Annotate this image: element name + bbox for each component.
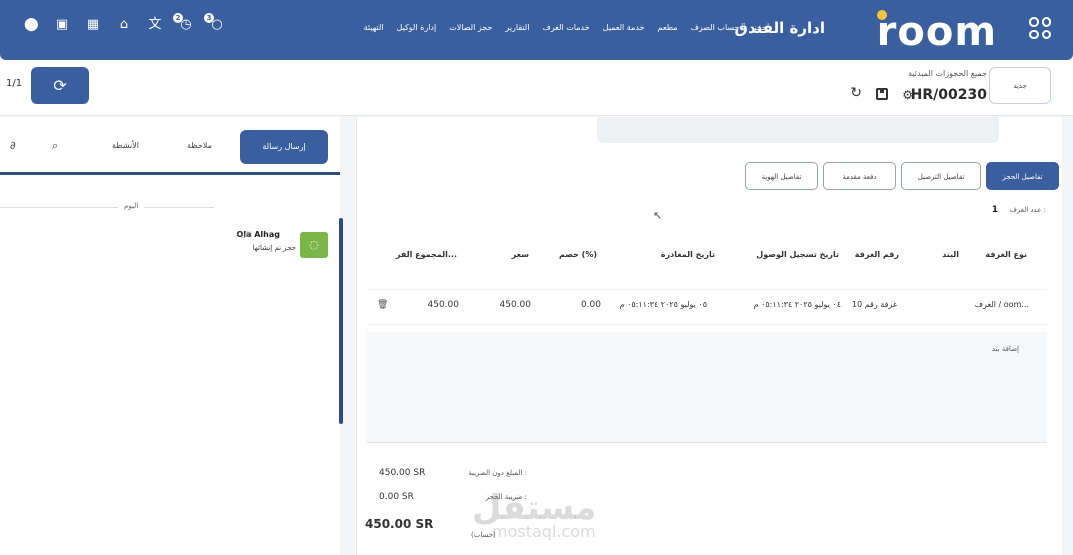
brand-logo: room — [876, 9, 997, 55]
message-body: حجز تم إنشائها — [252, 244, 296, 252]
tab-identity-details[interactable]: تفاصيل الهوية — [745, 162, 818, 190]
tab-delivery-details[interactable]: تفاصيل الترصيل — [901, 162, 981, 190]
attachment-icon[interactable]: ∂ — [10, 139, 16, 152]
watermark-url: mostaql.com — [492, 522, 596, 541]
day-label: اليوم — [118, 202, 145, 210]
discard-icon[interactable]: ↻ — [850, 85, 862, 101]
trash-icon[interactable]: 🗑 — [377, 300, 388, 310]
refresh-button[interactable]: ⟳ — [31, 67, 89, 104]
notes-box[interactable] — [597, 117, 999, 143]
column-item: البند — [942, 250, 959, 259]
cell-room-number[interactable]: غرفة رقم 10 — [852, 300, 897, 309]
tab-advance-payment[interactable]: دفعة مقدمة — [823, 162, 896, 190]
column-checkout: تاريخ المغادرة — [660, 250, 715, 259]
main-menu: حجز حساب الصرف مطعم خدمة العميل خدمات ال… — [364, 23, 767, 32]
menu-item-exchange[interactable]: حساب الصرف — [691, 23, 740, 32]
breadcrumb[interactable]: جميع الحجوزات المبدئية — [908, 69, 987, 78]
chat-badge: 3 — [204, 13, 214, 23]
avatar[interactable]: ◌ — [300, 232, 328, 258]
menu-item-config[interactable]: التهيئة — [364, 23, 384, 32]
chatter-topbar: إرسال رسالة ملاحظة الأنشطة ⌕ ∂ — [0, 129, 340, 175]
day-separator — [0, 207, 214, 208]
menu-item-restaurant[interactable]: مطعم — [658, 23, 678, 32]
room-count-value[interactable]: 1 — [992, 205, 998, 215]
column-room-type: نوع الغرفة — [985, 250, 1027, 259]
activities-button[interactable]: الأنشطة — [112, 141, 139, 150]
cell-subtotal: 450.00 — [427, 300, 460, 310]
column-checkin: تاريخ تسجيل الوصول — [756, 250, 839, 259]
search-icon[interactable]: ⌕ — [52, 139, 58, 153]
chatter-panel: إرسال رسالة ملاحظة الأنشطة ⌕ ∂ اليوم ◌ O… — [0, 117, 340, 555]
menu-item-halls[interactable]: حجز الصالات — [449, 23, 492, 32]
scrollbar[interactable] — [339, 218, 343, 424]
systray: ⬤ ▣ ▦ ⌂ 文 ◷ 2 ○ 3 — [24, 13, 224, 32]
menu-item-room-services[interactable]: خدمات الغرف — [542, 23, 589, 32]
booking-form: تفاصيل الحجز تفاصيل الترصيل دفعة مقدمة ت… — [356, 117, 1062, 555]
room-count-label: عدد الغرف : — [1009, 206, 1046, 214]
column-subtotal: المجموع الفر... — [395, 250, 457, 259]
new-button[interactable]: جديد — [989, 67, 1051, 104]
divider — [367, 442, 1047, 443]
add-line-link[interactable]: إضافة بند — [992, 345, 1019, 353]
location-icon[interactable]: ⬤ — [24, 18, 39, 32]
menu-item-customer-service[interactable]: خدمة العميل — [603, 23, 645, 32]
untaxed-amount: 450.00 SR — [379, 468, 426, 478]
tax-amount: 0.00 SR — [379, 492, 414, 502]
menu-item-agent[interactable]: إدارة الوكيل — [397, 23, 437, 32]
column-room-number: رقم الغرفة — [854, 250, 899, 259]
control-panel: جديد جميع الحجوزات المبدئية HR/00230 ⚙ ↻… — [0, 60, 1073, 116]
cell-price[interactable]: 450.00 — [500, 300, 532, 310]
menu-item-reports[interactable]: التقارير — [505, 23, 529, 32]
tab-booking-details[interactable]: تفاصيل الحجز — [986, 162, 1059, 190]
cell-checkin[interactable]: ٠٤ يوليو ٢٠٢٥ ٠٥:١١:٣٤ م — [754, 300, 841, 309]
apps-menu-icon[interactable] — [1029, 17, 1051, 39]
chart-icon[interactable]: ▦ — [86, 18, 100, 32]
column-discount: خصم (%) — [558, 250, 597, 259]
translate-icon[interactable]: 文 — [148, 18, 162, 32]
mouse-cursor-icon: ↖ — [653, 209, 663, 222]
table-row[interactable]: الغرف / oom... غرفة رقم 10 ٠٤ يوليو ٢٠٢٥… — [367, 289, 1047, 325]
notes-icon[interactable]: ▣ — [55, 18, 69, 32]
save-icon[interactable] — [876, 88, 888, 100]
pager[interactable]: 1/1 — [6, 78, 22, 89]
gear-icon[interactable]: ⚙ — [902, 88, 913, 102]
add-line-area: إضافة بند — [367, 332, 1047, 442]
brand-logo-dot — [877, 10, 887, 20]
top-navbar: room ادارة الفندق حجز حساب الصرف مطعم خد… — [0, 0, 1073, 60]
cell-room-type[interactable]: الغرف / oom... — [975, 300, 1029, 309]
record-id: HR/00230 — [910, 87, 987, 103]
menu-item-booking[interactable]: حجز — [752, 23, 767, 32]
untaxed-label: المبلغ دون الضريبة : — [468, 469, 527, 477]
table-header: نوع الغرفة البند رقم الغرفة تاريخ تسجيل … — [367, 245, 1037, 267]
send-message-button[interactable]: إرسال رسالة — [240, 130, 328, 164]
cell-checkout[interactable]: ٠٥ يوليو ٢٠٢٥ ٠٥:١١:٣٤ م — [620, 300, 707, 309]
chat-icon[interactable]: ○ 3 — [204, 13, 224, 32]
message-time: - الآن — [236, 231, 252, 239]
cell-discount[interactable]: 0.00 — [581, 300, 601, 310]
form-tabs: تفاصيل الحجز تفاصيل الترصيل دفعة مقدمة ت… — [745, 162, 1059, 190]
timer-badge: 2 — [173, 13, 183, 23]
bank-icon[interactable]: ⌂ — [117, 18, 131, 32]
total-amount: 450.00 SR — [365, 517, 434, 531]
log-note-button[interactable]: ملاحظة — [187, 141, 212, 150]
timer-icon[interactable]: ◷ 2 — [173, 13, 193, 32]
column-price: سعر — [511, 250, 529, 259]
